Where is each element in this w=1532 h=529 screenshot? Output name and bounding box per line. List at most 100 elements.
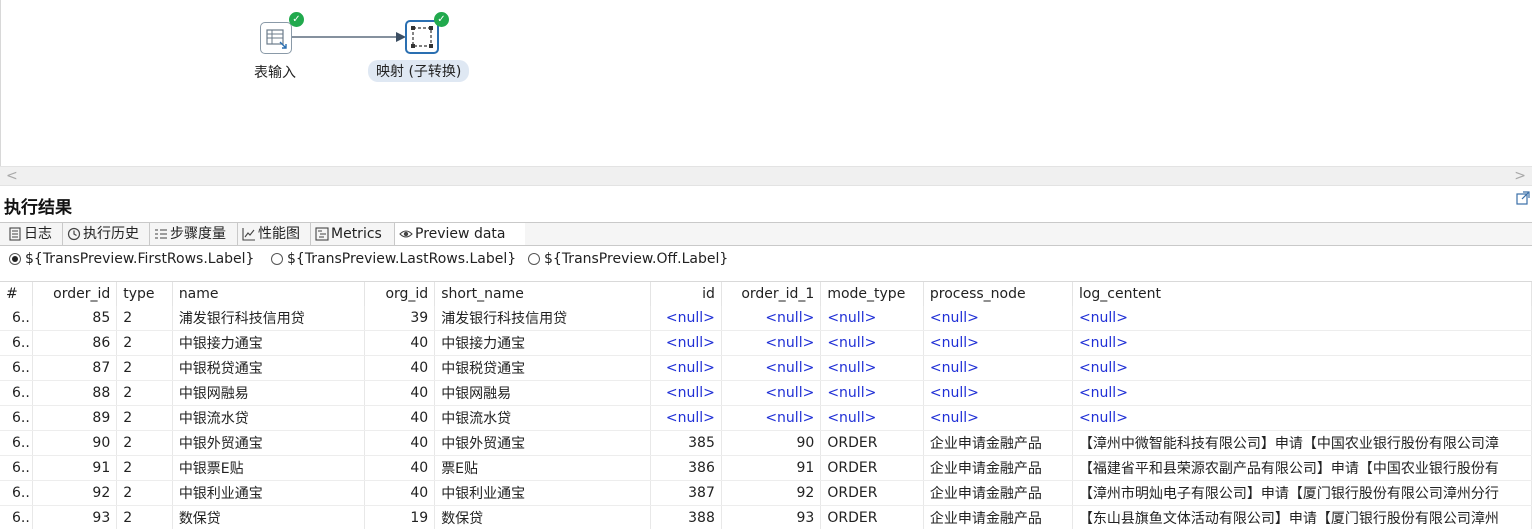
- table-cell[interactable]: 386: [651, 456, 722, 481]
- table-cell[interactable]: 6..: [0, 456, 32, 481]
- table-cell[interactable]: 2: [117, 431, 173, 456]
- table-row[interactable]: 6..882中银网融易40中银网融易<null><null><null><nul…: [0, 381, 1532, 406]
- radio-circle[interactable]: [528, 253, 540, 265]
- table-cell[interactable]: 40: [364, 431, 434, 456]
- table-cell[interactable]: 2: [117, 381, 173, 406]
- table-cell[interactable]: 企业申请金融产品: [923, 431, 1072, 456]
- table-cell[interactable]: 中银网融易: [435, 381, 651, 406]
- table-cell[interactable]: 6..: [0, 406, 32, 431]
- radio-circle[interactable]: [9, 253, 21, 265]
- table-cell[interactable]: 2: [117, 406, 173, 431]
- table-cell[interactable]: <null>: [1072, 406, 1531, 431]
- table-cell[interactable]: 90: [721, 431, 820, 456]
- table-cell[interactable]: 2: [117, 506, 173, 529]
- table-cell[interactable]: 2: [117, 331, 173, 356]
- tab-performance-chart[interactable]: 性能图: [238, 223, 311, 245]
- table-cell[interactable]: <null>: [651, 331, 722, 356]
- table-cell[interactable]: 93: [721, 506, 820, 529]
- table-row[interactable]: 6..892中银流水贷40中银流水贷<null><null><null><nul…: [0, 406, 1532, 431]
- radio-last-rows[interactable]: ${TransPreview.LastRows.Label}: [271, 251, 516, 267]
- table-row[interactable]: 6..862中银接力通宝40中银接力通宝<null><null><null><n…: [0, 331, 1532, 356]
- table-cell[interactable]: 6..: [0, 356, 32, 381]
- table-cell[interactable]: 6..: [0, 331, 32, 356]
- table-cell[interactable]: 【漳州市明灿电子有限公司】申请【厦门银行股份有限公司漳州分行: [1072, 481, 1531, 506]
- table-cell[interactable]: 中银外贸通宝: [172, 431, 364, 456]
- column-header[interactable]: mode_type: [821, 282, 924, 306]
- table-cell[interactable]: ORDER: [821, 431, 924, 456]
- table-cell[interactable]: <null>: [821, 356, 924, 381]
- table-cell[interactable]: 【东山县旗鱼文体活动有限公司】申请【厦门银行股份有限公司漳州: [1072, 506, 1531, 529]
- table-cell[interactable]: 中银接力通宝: [172, 331, 364, 356]
- table-cell[interactable]: 19: [364, 506, 434, 529]
- table-cell[interactable]: ORDER: [821, 456, 924, 481]
- table-cell[interactable]: 88: [32, 381, 116, 406]
- table-row[interactable]: 6..872中银税贷通宝40中银税贷通宝<null><null><null><n…: [0, 356, 1532, 381]
- table-cell[interactable]: <null>: [721, 306, 820, 331]
- table-cell[interactable]: 40: [364, 331, 434, 356]
- column-header[interactable]: org_id: [364, 282, 434, 306]
- tab-history[interactable]: 执行历史: [63, 223, 150, 245]
- table-cell[interactable]: <null>: [651, 381, 722, 406]
- table-cell[interactable]: 40: [364, 481, 434, 506]
- column-header[interactable]: log_centent: [1072, 282, 1531, 306]
- table-cell[interactable]: 中银外贸通宝: [435, 431, 651, 456]
- column-header[interactable]: order_id: [32, 282, 116, 306]
- table-cell[interactable]: 387: [651, 481, 722, 506]
- table-cell[interactable]: ORDER: [821, 506, 924, 529]
- table-cell[interactable]: <null>: [1072, 331, 1531, 356]
- hop-arrow[interactable]: [292, 30, 407, 44]
- table-cell[interactable]: 浦发银行科技信用贷: [435, 306, 651, 331]
- table-cell[interactable]: <null>: [721, 406, 820, 431]
- radio-off[interactable]: ${TransPreview.Off.Label}: [528, 251, 728, 267]
- table-cell[interactable]: 6..: [0, 506, 32, 529]
- table-cell[interactable]: <null>: [821, 331, 924, 356]
- table-cell[interactable]: <null>: [923, 381, 1072, 406]
- table-cell[interactable]: 388: [651, 506, 722, 529]
- table-cell[interactable]: 91: [721, 456, 820, 481]
- column-header[interactable]: #: [0, 282, 32, 306]
- table-cell[interactable]: 中银接力通宝: [435, 331, 651, 356]
- table-cell[interactable]: 中银票E贴: [172, 456, 364, 481]
- table-cell[interactable]: 92: [32, 481, 116, 506]
- table-cell[interactable]: <null>: [821, 306, 924, 331]
- table-cell[interactable]: 中银利业通宝: [172, 481, 364, 506]
- table-cell[interactable]: 2: [117, 456, 173, 481]
- column-header[interactable]: short_name: [435, 282, 651, 306]
- table-cell[interactable]: 数保贷: [435, 506, 651, 529]
- table-cell[interactable]: 2: [117, 306, 173, 331]
- table-cell[interactable]: 企业申请金融产品: [923, 456, 1072, 481]
- table-cell[interactable]: <null>: [1072, 381, 1531, 406]
- preview-data-table[interactable]: # order_id type name org_id short_name i…: [0, 281, 1532, 529]
- table-cell[interactable]: 6..: [0, 481, 32, 506]
- table-cell[interactable]: 【漳州中微智能科技有限公司】申请【中国农业银行股份有限公司漳: [1072, 431, 1531, 456]
- table-cell[interactable]: 39: [364, 306, 434, 331]
- table-row[interactable]: 6..922中银利业通宝40中银利业通宝38792ORDER企业申请金融产品【漳…: [0, 481, 1532, 506]
- table-cell[interactable]: 企业申请金融产品: [923, 506, 1072, 529]
- table-cell[interactable]: <null>: [721, 331, 820, 356]
- table-cell[interactable]: <null>: [821, 406, 924, 431]
- table-cell[interactable]: 数保贷: [172, 506, 364, 529]
- table-cell[interactable]: <null>: [821, 381, 924, 406]
- table-cell[interactable]: 2: [117, 481, 173, 506]
- table-row[interactable]: 6..912中银票E贴40票E贴38691ORDER企业申请金融产品【福建省平和…: [0, 456, 1532, 481]
- table-cell[interactable]: ORDER: [821, 481, 924, 506]
- table-cell[interactable]: 385: [651, 431, 722, 456]
- table-cell[interactable]: 6..: [0, 306, 32, 331]
- table-cell[interactable]: 86: [32, 331, 116, 356]
- table-cell[interactable]: 85: [32, 306, 116, 331]
- table-cell[interactable]: <null>: [651, 306, 722, 331]
- mapping-step[interactable]: [405, 20, 439, 54]
- table-cell[interactable]: 40: [364, 456, 434, 481]
- table-cell[interactable]: 中银流水贷: [172, 406, 364, 431]
- maximize-icon[interactable]: [1516, 191, 1530, 205]
- table-cell[interactable]: <null>: [923, 406, 1072, 431]
- table-cell[interactable]: 93: [32, 506, 116, 529]
- table-input-step[interactable]: [260, 22, 292, 54]
- table-cell[interactable]: <null>: [923, 306, 1072, 331]
- table-cell[interactable]: 票E贴: [435, 456, 651, 481]
- table-cell[interactable]: 中银流水贷: [435, 406, 651, 431]
- table-cell[interactable]: <null>: [1072, 306, 1531, 331]
- table-cell[interactable]: <null>: [651, 356, 722, 381]
- table-cell[interactable]: <null>: [923, 356, 1072, 381]
- table-row[interactable]: 6..852浦发银行科技信用贷39浦发银行科技信用贷<null><null><n…: [0, 306, 1532, 331]
